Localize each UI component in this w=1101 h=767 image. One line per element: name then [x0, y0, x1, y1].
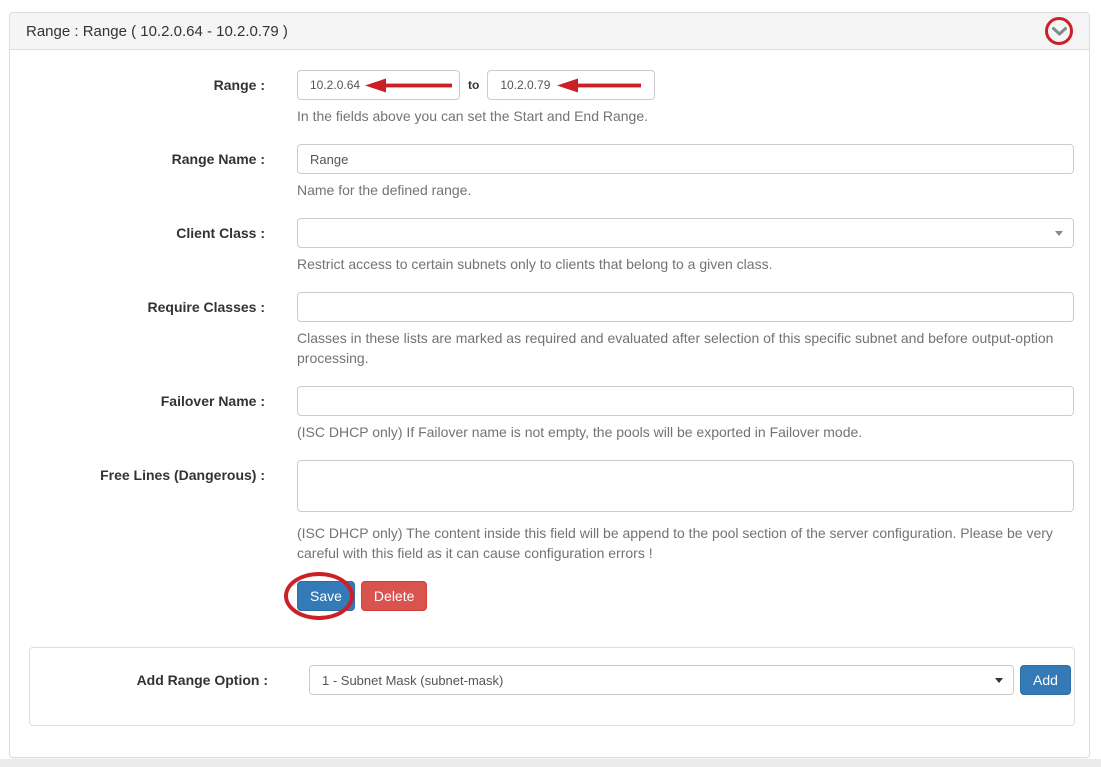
panel-body: Range : to [10, 50, 1089, 726]
require-classes-help-text: Classes in these lists are marked as req… [297, 328, 1074, 368]
client-class-label: Client Class : [10, 218, 265, 274]
add-button[interactable]: Add [1020, 665, 1071, 695]
failover-name-row: Failover Name : (ISC DHCP only) If Failo… [10, 386, 1074, 442]
panel-heading: Range : Range ( 10.2.0.64 - 10.2.0.79 ) [10, 13, 1089, 50]
client-class-row: Client Class : Restrict access to certai… [10, 218, 1074, 274]
range-start-input[interactable] [297, 70, 460, 100]
dropdown-caret-icon [995, 678, 1003, 683]
free-lines-row: Free Lines (Dangerous) : (ISC DHCP only)… [10, 460, 1074, 563]
free-lines-textarea[interactable] [297, 460, 1074, 512]
range-panel: Range : Range ( 10.2.0.64 - 10.2.0.79 ) … [9, 12, 1090, 758]
failover-name-input[interactable] [297, 386, 1074, 416]
free-lines-help-text: (ISC DHCP only) The content inside this … [297, 523, 1074, 563]
form-actions: Save Delete [297, 581, 1074, 611]
range-option-select[interactable]: 1 - Subnet Mask (subnet-mask) [309, 665, 1014, 695]
dropdown-caret-icon [1055, 231, 1063, 236]
chevron-down-icon [1052, 23, 1067, 40]
delete-button[interactable]: Delete [361, 581, 427, 611]
add-range-option-label: Add Range Option : [44, 665, 268, 688]
require-classes-label: Require Classes : [10, 292, 265, 368]
page-background-strip [0, 759, 1101, 767]
client-class-select[interactable] [297, 218, 1074, 248]
require-classes-row: Require Classes : Classes in these lists… [10, 292, 1074, 368]
panel-title: Range : Range ( 10.2.0.64 - 10.2.0.79 ) [26, 23, 288, 40]
failover-name-help-text: (ISC DHCP only) If Failover name is not … [297, 422, 1074, 442]
range-option-selected-value: 1 - Subnet Mask (subnet-mask) [322, 673, 503, 688]
add-range-option-panel: Add Range Option : 1 - Subnet Mask (subn… [29, 647, 1075, 726]
range-to-label: to [468, 78, 479, 92]
range-name-row: Range Name : Name for the defined range. [10, 144, 1074, 200]
range-label: Range : [10, 70, 265, 126]
free-lines-label: Free Lines (Dangerous) : [10, 460, 265, 563]
range-help-text: In the fields above you can set the Star… [297, 106, 1074, 126]
range-row: Range : to [10, 70, 1074, 126]
range-name-input[interactable] [297, 144, 1074, 174]
failover-name-label: Failover Name : [10, 386, 265, 442]
range-name-help-text: Name for the defined range. [297, 180, 1074, 200]
range-name-label: Range Name : [10, 144, 265, 200]
save-button[interactable]: Save [297, 581, 355, 611]
collapse-toggle[interactable] [1045, 17, 1073, 45]
range-end-input[interactable] [487, 70, 655, 100]
require-classes-input[interactable] [297, 292, 1074, 322]
client-class-help-text: Restrict access to certain subnets only … [297, 254, 1074, 274]
